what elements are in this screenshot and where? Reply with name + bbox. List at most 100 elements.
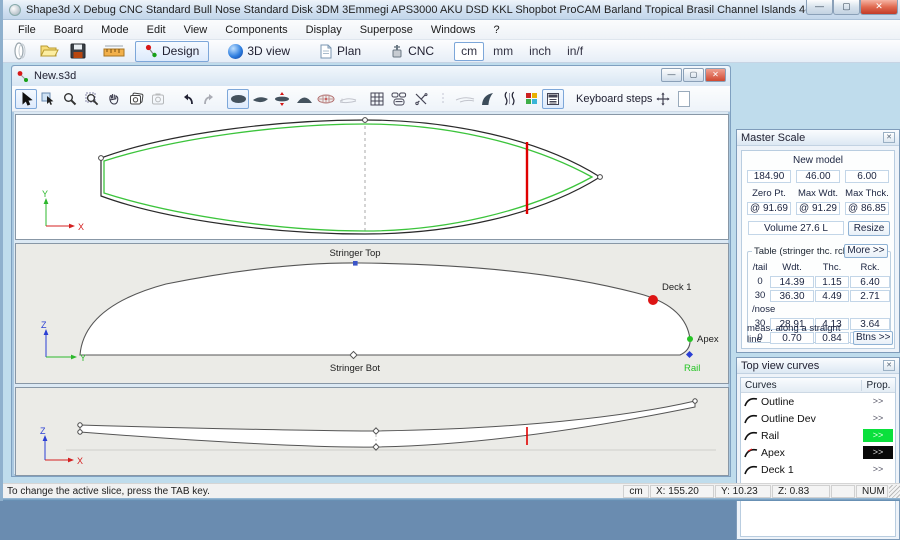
menu-components[interactable]: Components [216, 22, 296, 38]
table-cell[interactable]: 36.30 [770, 290, 814, 302]
flow-lines-icon[interactable] [454, 89, 476, 109]
slice-shape[interactable] [80, 263, 690, 355]
max-wdt-value[interactable]: @ 91.29 [796, 202, 840, 215]
curve-row-apex[interactable]: Apex >> [741, 444, 895, 461]
snapshot-multi-icon[interactable] [125, 89, 147, 109]
document-minimize-button[interactable]: — [661, 68, 682, 82]
rocker-lines-icon[interactable] [337, 89, 359, 109]
slice-view-icon[interactable] [271, 89, 293, 109]
properties-panel-icon[interactable] [542, 89, 564, 109]
measure-icon[interactable] [102, 41, 126, 61]
curve-row-outline[interactable]: Outline >> [741, 393, 895, 410]
document-close-button[interactable]: ✕ [705, 68, 726, 82]
unit-inf-button[interactable]: in/f [560, 42, 590, 61]
thickness-field[interactable]: 6.00 [845, 170, 889, 183]
unit-cm-button[interactable]: cm [454, 42, 484, 61]
new-board-icon[interactable] [8, 41, 32, 61]
outline-view-icon[interactable] [227, 89, 249, 109]
master-scale-close-icon[interactable]: ✕ [883, 132, 895, 143]
center-control-point[interactable] [363, 118, 368, 123]
curve-row-outline-dev[interactable]: Outline Dev >> [741, 410, 895, 427]
pan-hand-tool-icon[interactable] [103, 89, 125, 109]
redo-icon[interactable] [198, 89, 220, 109]
curves-panel-title-bar[interactable]: Top view curves ✕ [737, 358, 899, 374]
tail-bottom-point[interactable] [78, 430, 82, 434]
board-mesh-view-icon[interactable] [315, 89, 337, 109]
tail-control-point[interactable] [99, 156, 104, 161]
document-title-bar[interactable]: New.s3d — ▢ ✕ [12, 66, 730, 86]
pointer-tool-icon[interactable] [15, 89, 37, 109]
rail-point[interactable] [686, 351, 693, 358]
curve-prop-button[interactable]: >> [863, 412, 893, 425]
stringer-top-point[interactable] [353, 261, 358, 266]
rail-curve-green[interactable] [104, 124, 592, 231]
thickness-view-icon[interactable] [293, 89, 315, 109]
menu-edit[interactable]: Edit [138, 22, 175, 38]
table-cell[interactable]: 14.39 [770, 276, 814, 288]
fin-icon[interactable] [476, 89, 498, 109]
curve-prop-button[interactable]: >> [863, 446, 893, 459]
slices-panel-icon[interactable] [388, 89, 410, 109]
curve-row-rail[interactable]: Rail >> [741, 427, 895, 444]
max-thck-value[interactable]: @ 86.85 [845, 202, 889, 215]
guideline-icon[interactable] [432, 89, 454, 109]
tail-deck-point[interactable] [78, 423, 82, 427]
side-view-panel[interactable]: Z X [15, 387, 729, 476]
title-bar[interactable]: Shape3d X Debug CNC Standard Bull Nose S… [3, 0, 900, 20]
curve-prop-button[interactable]: >> [863, 463, 893, 476]
design-mode-button[interactable]: Design [135, 41, 209, 62]
table-cell[interactable]: 6.40 [850, 276, 890, 288]
cut-slice-icon[interactable] [410, 89, 432, 109]
open-folder-icon[interactable] [37, 41, 61, 61]
grid-icon[interactable] [366, 89, 388, 109]
table-cell[interactable]: 4.49 [815, 290, 849, 302]
zero-pt-value[interactable]: @ 91.69 [747, 202, 791, 215]
table-cell[interactable]: 2.71 [850, 290, 890, 302]
document-restore-button[interactable]: ▢ [683, 68, 704, 82]
menu-view[interactable]: View [175, 22, 217, 38]
master-scale-title-bar[interactable]: Master Scale ✕ [737, 130, 899, 146]
move-steps-icon[interactable] [652, 89, 674, 109]
resize-button[interactable]: Resize [848, 221, 890, 236]
menu-windows[interactable]: Windows [422, 22, 485, 38]
unit-inch-button[interactable]: inch [522, 42, 558, 61]
menu-mode[interactable]: Mode [92, 22, 138, 38]
curve-row-deck1[interactable]: Deck 1 >> [741, 461, 895, 478]
table-cell[interactable]: 1.15 [815, 276, 849, 288]
keyboard-steps-input[interactable] [678, 91, 690, 107]
undo-icon[interactable] [176, 89, 198, 109]
slice-view-panel[interactable]: Stringer Top Deck 1 Apex Rail Stringer B… [15, 243, 729, 384]
curve-prop-button[interactable]: >> [863, 429, 893, 442]
more-button[interactable]: More >> [844, 244, 888, 258]
color-layers-icon[interactable] [520, 89, 542, 109]
nose-point[interactable] [693, 399, 697, 403]
zoom-tool-icon[interactable] [59, 89, 81, 109]
curve-prop-button[interactable]: >> [863, 395, 893, 408]
s-curves-icon[interactable] [498, 89, 520, 109]
cnc-mode-button[interactable]: CNC [380, 41, 444, 62]
save-icon[interactable] [66, 41, 90, 61]
rocker-view-icon[interactable] [249, 89, 271, 109]
maximize-button[interactable]: ▢ [833, 0, 860, 15]
length-field[interactable]: 184.90 [747, 170, 791, 183]
select-points-tool-icon[interactable] [37, 89, 59, 109]
minimize-button[interactable]: — [806, 0, 833, 15]
zoom-region-tool-icon[interactable] [81, 89, 103, 109]
3d-view-mode-button[interactable]: 3D view [218, 41, 300, 62]
deck1-point[interactable] [648, 295, 658, 305]
width-field[interactable]: 46.00 [796, 170, 840, 183]
top-view-panel[interactable]: Y X [15, 114, 729, 240]
snapshot-icon[interactable] [147, 89, 169, 109]
unit-mm-button[interactable]: mm [486, 42, 520, 61]
menu-display[interactable]: Display [297, 22, 351, 38]
close-button[interactable]: ✕ [860, 0, 898, 15]
btns-button[interactable]: Btns >> [853, 331, 893, 345]
menu-help[interactable]: ? [485, 22, 509, 38]
plan-mode-button[interactable]: Plan [309, 41, 371, 62]
apex-point[interactable] [687, 336, 693, 342]
curves-panel-close-icon[interactable]: ✕ [883, 360, 895, 371]
menu-file[interactable]: File [9, 22, 45, 38]
nose-control-point[interactable] [598, 175, 603, 180]
outline-curve[interactable] [101, 120, 600, 234]
resize-grip[interactable] [889, 485, 900, 498]
